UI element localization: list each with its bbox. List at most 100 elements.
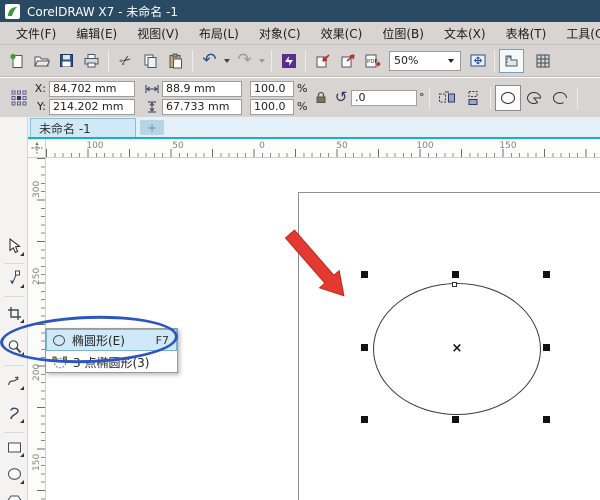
menu-item[interactable]: 文件(F) [6,22,66,44]
propbar-separator [428,86,430,109]
propbar-separator [489,86,491,109]
selection-handle-middle-right[interactable] [543,344,550,351]
menu-item[interactable]: 文本(X) [434,22,496,44]
selection-handle-bottom-left[interactable] [361,416,368,423]
lock-ratio-icon[interactable] [311,85,331,111]
angle-field[interactable]: .0 [351,89,417,106]
toolbar-separator [192,49,193,72]
new-document-icon[interactable] [4,49,29,73]
zoom-level-select[interactable]: 50% [389,50,461,71]
ellipse-mode-icon[interactable] [494,84,521,111]
ruler-label: 0 [259,141,265,151]
menu-item[interactable]: 位图(B) [372,22,434,44]
ruler-label: 150 [499,141,517,151]
object-height-field[interactable]: 67.733 mm [162,98,242,115]
menu-item[interactable]: 工具(O) [556,22,600,44]
toolbar-separator [494,49,495,72]
crop-tool[interactable] [2,301,26,325]
toolbox: 字 [0,117,28,500]
propbar-separator [576,86,578,109]
scale-v-field[interactable]: 100.0 [250,98,294,115]
toolbox-separator [4,365,24,366]
ellipse-tool[interactable] [2,462,26,486]
full-screen-preview-icon[interactable] [465,49,490,73]
ruler-label: 100 [86,141,104,151]
open-icon[interactable] [29,49,54,73]
object-center-marker[interactable]: × [452,341,463,356]
print-icon[interactable] [79,49,104,73]
redo-icon[interactable]: ↷ [232,49,257,73]
selection-handle-top-center[interactable] [452,271,459,278]
selection-handle-bottom-center[interactable] [452,416,459,423]
ruler-origin-button[interactable] [28,139,46,158]
ellipse-node[interactable] [452,282,457,287]
ruler-label: 300 [32,180,42,198]
window-title: CorelDRAW X7 - 未命名 -1 [27,4,179,19]
toolbox-separator [4,263,24,264]
ruler-label: 150 [32,453,42,471]
menu-item[interactable]: 编辑(E) [66,22,127,44]
menu-item[interactable]: 表格(T) [496,22,557,44]
object-height-icon [145,101,159,113]
zoom-level-value: 50% [394,54,419,67]
horizontal-ruler[interactable]: 100 50 0 50 100 150 [46,139,600,158]
menu-bar: 文件(F) 编辑(E) 视图(V) 布局(L) 对象(C) 效果(C) 位图(B) 文本(X)… [0,22,600,45]
undo-dropdown-caret[interactable] [224,58,230,63]
menu-item[interactable]: 布局(L) [189,22,249,44]
rectangle-tool[interactable] [2,435,26,459]
selection-handle-bottom-right[interactable] [543,416,550,423]
new-tab-button[interactable]: + [140,120,164,135]
paste-icon[interactable] [163,49,188,73]
pie-mode-icon[interactable] [521,85,547,111]
y-position-label: Y: [37,100,46,113]
export-icon[interactable] [335,49,360,73]
toolbar-separator [305,49,306,72]
page-border-top [298,192,600,193]
document-tab-bar: 未命名 -1 + [28,117,600,139]
arc-mode-icon[interactable] [547,85,573,111]
menu-item[interactable]: 视图(V) [127,22,189,44]
save-icon[interactable] [54,49,79,73]
title-bar[interactable]: CorelDRAW X7 - 未命名 -1 [0,0,600,22]
redo-dropdown-caret[interactable] [259,58,265,63]
object-position-icon [6,85,32,111]
toolbar-separator [108,49,109,72]
document-tab[interactable]: 未命名 -1 [30,118,136,137]
application-launcher-icon[interactable] [276,49,301,73]
menu-item[interactable]: 对象(C) [249,22,311,44]
ruler-label: 250 [32,267,42,285]
shape-tool[interactable] [2,266,26,290]
import-icon[interactable] [310,49,335,73]
object-width-field[interactable]: 88.9 mm [162,80,242,97]
mirror-vertical-icon[interactable] [460,85,486,111]
scale-h-field[interactable]: 100.0 [250,80,294,97]
object-width-icon [145,84,159,94]
show-rulers-icon[interactable] [499,48,524,73]
x-position-label: X: [34,82,46,95]
mirror-horizontal-icon[interactable] [434,85,460,111]
zoom-dropdown-caret[interactable] [448,58,454,63]
angle-of-rotation-icon: ↺ [334,88,348,106]
artistic-media-tool[interactable] [2,401,26,425]
pick-tool[interactable] [2,234,26,258]
freehand-tool[interactable] [2,368,26,392]
polygon-tool[interactable] [2,489,26,500]
coreldraw-logo-icon [5,3,20,19]
y-position-field[interactable]: 214.202 mm [49,98,135,115]
percent-h-label: % [297,82,308,95]
undo-icon[interactable]: ↶ [197,49,222,73]
x-position-field[interactable]: 84.702 mm [49,80,135,97]
percent-v-label: % [297,100,308,113]
copy-icon[interactable] [138,49,163,73]
menu-item[interactable]: 效果(C) [311,22,373,44]
publish-pdf-icon[interactable]: PDF [360,49,385,73]
toolbox-separator [4,432,24,433]
ruler-label: 50 [336,141,348,151]
show-grid-icon[interactable] [530,49,555,73]
selection-handle-middle-left[interactable] [361,344,368,351]
selection-handle-top-right[interactable] [543,271,550,278]
ruler-label: 50 [172,141,184,151]
ruler-label: 200 [32,363,42,381]
coreldraw-window: CorelDRAW X7 - 未命名 -1 文件(F) 编辑(E) 视图(V) 布局(… [0,0,600,500]
cut-icon[interactable]: ✂ [113,49,138,73]
